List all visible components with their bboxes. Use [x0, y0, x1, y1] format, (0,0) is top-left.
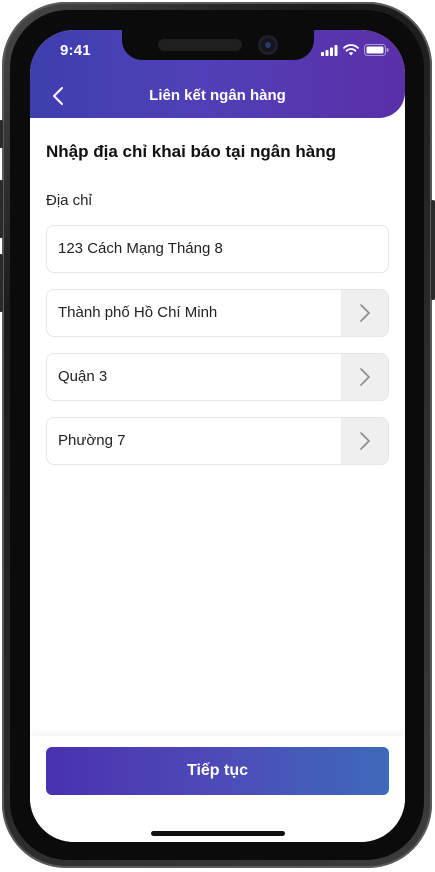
header-title: Liên kết ngân hàng: [149, 87, 286, 104]
volume-down-button: [0, 254, 3, 312]
battery-icon: [364, 44, 389, 56]
district-select-chevron[interactable]: [341, 354, 388, 400]
notch: [122, 30, 314, 60]
home-indicator[interactable]: [151, 831, 285, 836]
city-select[interactable]: Thành phố Hồ Chí Minh: [46, 289, 389, 337]
cellular-signal-icon: [321, 45, 338, 56]
city-select-value: Thành phố Hồ Chí Minh: [58, 304, 218, 321]
status-time: 9:41: [60, 42, 91, 59]
chevron-right-icon: [359, 304, 370, 322]
status-icons: [321, 44, 389, 56]
chevron-right-icon: [359, 368, 370, 386]
chevron-left-icon: [53, 87, 63, 105]
front-camera: [258, 35, 278, 55]
address-label: Địa chỉ: [46, 192, 92, 209]
address-input[interactable]: 123 Cách Mạng Tháng 8: [46, 225, 389, 273]
ward-select-value: Phường 7: [58, 432, 126, 449]
back-button[interactable]: [44, 82, 72, 110]
page-title: Nhập địa chỉ khai báo tại ngân hàng: [46, 142, 336, 161]
app-screen: 9:41 Liên kết ngân hàng Nhập địa chỉ kha…: [30, 30, 405, 842]
chevron-right-icon: [359, 432, 370, 450]
wifi-icon: [343, 44, 359, 56]
ward-select-chevron[interactable]: [341, 418, 388, 464]
volume-up-button: [0, 180, 3, 238]
footer-bar: Tiếp tục: [30, 736, 405, 842]
district-select-value: Quận 3: [58, 368, 108, 385]
continue-button[interactable]: Tiếp tục: [46, 747, 389, 795]
district-select[interactable]: Quận 3: [46, 353, 389, 401]
address-input-value: 123 Cách Mạng Tháng 8: [58, 240, 223, 257]
power-button: [431, 200, 435, 300]
silent-switch: [0, 120, 3, 148]
app-header: 9:41 Liên kết ngân hàng: [30, 30, 405, 118]
ward-select[interactable]: Phường 7: [46, 417, 389, 465]
city-select-chevron[interactable]: [341, 290, 388, 336]
speaker-grille: [158, 39, 242, 51]
